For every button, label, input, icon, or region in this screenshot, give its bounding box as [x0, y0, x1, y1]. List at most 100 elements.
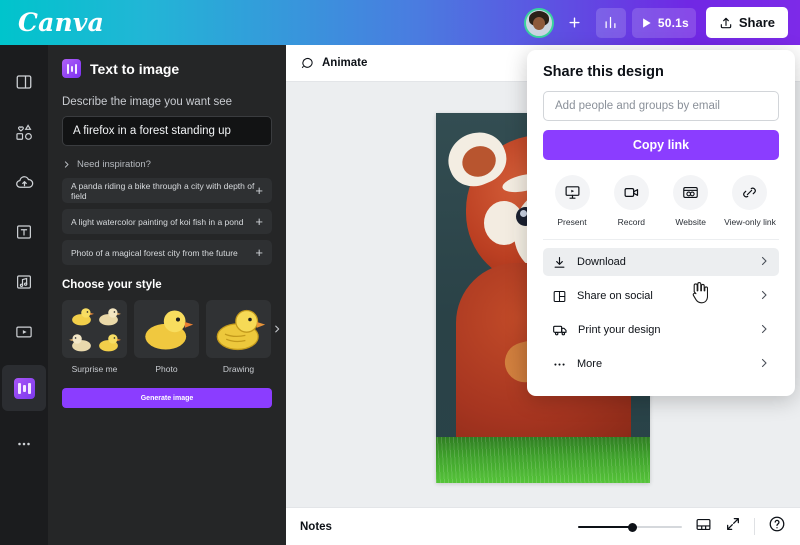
canva-logo[interactable]: Canva	[18, 8, 104, 37]
menu-item-more[interactable]: More	[543, 350, 779, 378]
suggestion-item[interactable]: A panda riding a bike through a city wit…	[62, 178, 272, 203]
animate-button[interactable]: Animate	[300, 56, 367, 71]
menu-item-print-your-design[interactable]: Print your design	[543, 316, 779, 344]
sidebar-item-elements[interactable]	[2, 109, 46, 155]
duck-icon	[98, 308, 121, 326]
sidebar-item-uploads[interactable]	[2, 159, 46, 205]
zoom-slider[interactable]	[578, 520, 682, 534]
suggestion-label: A light watercolor painting of koi fish …	[71, 216, 244, 227]
sidebar-item-more[interactable]	[2, 421, 46, 467]
menu-item-label: More	[577, 358, 603, 370]
print-truck-icon	[553, 325, 567, 336]
add-member-button[interactable]	[560, 8, 590, 38]
grass-foreground	[436, 437, 650, 483]
quick-action-present[interactable]: Present	[545, 175, 599, 227]
video-box-icon	[16, 326, 32, 338]
ellipsis-icon	[18, 442, 30, 446]
download-icon	[554, 256, 565, 268]
apps-tile-icon	[13, 377, 35, 399]
suggestion-item[interactable]: Photo of a magical forest city from the …	[62, 240, 272, 265]
stats-button[interactable]	[595, 7, 626, 38]
left-icon-rail	[0, 45, 48, 545]
chevron-right-icon	[64, 161, 69, 168]
text-to-image-icon	[62, 59, 81, 78]
zoom-knob[interactable]	[628, 522, 637, 532]
bottom-bar: Notes	[286, 507, 800, 545]
music-note-icon	[17, 275, 31, 289]
duck-icon	[98, 334, 121, 352]
sidebar-item-text[interactable]	[2, 209, 46, 255]
drawing-duck-icon	[216, 309, 265, 351]
menu-item-share-on-social[interactable]: Share on social	[543, 282, 779, 310]
record-camera-icon	[613, 175, 649, 210]
style-option-surprise-me[interactable]: Surprise me	[62, 300, 127, 374]
layout-icon	[16, 75, 32, 89]
style-label: Photo	[155, 364, 178, 374]
copy-link-button[interactable]: Copy link	[543, 130, 779, 160]
share-button[interactable]: Share	[705, 7, 788, 38]
sidebar-item-audio[interactable]	[2, 259, 46, 305]
top-bar: Canva 50.1s Share	[0, 0, 800, 45]
text-to-image-panel: Text to image Describe the image you wan…	[48, 45, 286, 545]
duck-icon	[68, 334, 91, 352]
style-option-drawing[interactable]: Drawing	[206, 300, 271, 374]
suggestion-item[interactable]: A light watercolor painting of koi fish …	[62, 209, 272, 234]
quick-action-label: Record	[617, 217, 646, 227]
plus-icon	[569, 17, 580, 28]
present-timer-button[interactable]: 50.1s	[631, 7, 696, 38]
chevron-right-icon	[275, 325, 280, 333]
ellipsis-icon	[554, 362, 565, 366]
bottom-bar-actions	[578, 515, 786, 538]
animate-icon	[301, 57, 313, 68]
animate-label: Animate	[322, 57, 368, 69]
cloud-upload-icon	[15, 175, 33, 188]
style-carousel: Surprise me Photo Drawing	[62, 300, 280, 374]
share-button-label: Share	[738, 15, 775, 30]
present-screen-icon	[554, 175, 590, 210]
suggestion-label: A panda riding a bike through a city wit…	[71, 180, 255, 201]
photo-duck-icon	[144, 310, 193, 350]
add-suggestion-icon[interactable]: +	[255, 246, 263, 259]
panel-header: Text to image	[48, 45, 286, 90]
sidebar-item-apps[interactable]	[2, 365, 46, 411]
present-duration: 50.1s	[657, 15, 689, 30]
share-upload-icon	[720, 17, 732, 28]
share-email-input[interactable]	[543, 91, 779, 121]
quick-action-website[interactable]: Website	[664, 175, 718, 227]
need-inspiration-toggle[interactable]: Need inspiration?	[62, 159, 272, 170]
help-button[interactable]	[768, 515, 786, 538]
link-chain-icon	[732, 175, 768, 210]
prompt-input[interactable]	[62, 116, 272, 146]
canva-editor-window: Canva 50.1s Share Text to image Describe…	[0, 0, 800, 545]
play-icon	[642, 17, 651, 28]
quick-action-record[interactable]: Record	[604, 175, 658, 227]
website-browser-icon	[673, 175, 709, 210]
share-menu-list: Download Share on social Print your desi…	[543, 239, 779, 378]
avatar-image	[523, 7, 554, 38]
avatar-face	[532, 16, 545, 30]
add-suggestion-icon[interactable]: +	[255, 215, 263, 228]
choose-style-title: Choose your style	[62, 279, 162, 291]
chevron-right-icon	[758, 289, 770, 304]
zoom-fill	[578, 525, 634, 528]
menu-item-download[interactable]: Download	[543, 248, 779, 276]
sidebar-item-design[interactable]	[2, 59, 46, 105]
style-option-photo[interactable]: Photo	[134, 300, 199, 374]
quick-action-view-only-link[interactable]: View-only link	[723, 175, 777, 227]
sidebar-item-videos[interactable]	[2, 309, 46, 355]
chevron-right-icon	[758, 323, 770, 338]
suggestion-label: Photo of a magical forest city from the …	[71, 247, 238, 258]
fullscreen-button[interactable]	[725, 516, 741, 537]
generate-image-button[interactable]: Generate image	[62, 388, 272, 408]
quick-action-label: Website	[675, 217, 706, 227]
notes-button[interactable]: Notes	[300, 521, 332, 533]
carousel-next-button[interactable]	[272, 322, 282, 337]
share-quick-actions: Present Record Website View-only link	[543, 160, 779, 239]
quick-action-label: View-only link	[724, 217, 776, 227]
add-suggestion-icon[interactable]: +	[255, 184, 263, 197]
avatar[interactable]	[523, 7, 554, 38]
pages-view-button[interactable]	[695, 516, 712, 538]
style-label: Surprise me	[71, 364, 118, 374]
social-grid-icon	[553, 290, 566, 302]
four-ducks-grid-icon	[68, 304, 121, 354]
